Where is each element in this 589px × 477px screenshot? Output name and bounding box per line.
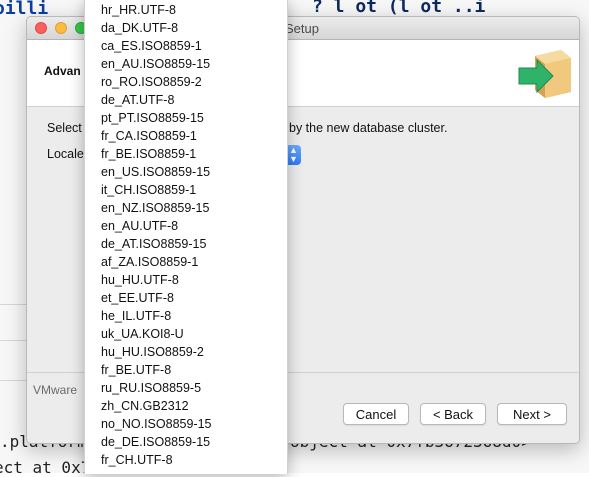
locale-dropdown-list[interactable]: hr_HR.UTF-8 da_DK.UTF-8 ca_ES.ISO8859-1 … bbox=[84, 0, 288, 474]
locale-option[interactable]: de_DE.ISO8859-15 bbox=[101, 435, 210, 449]
locale-option[interactable]: de_AT.ISO8859-15 bbox=[101, 237, 206, 251]
locale-option[interactable]: fr_CH.UTF-8 bbox=[101, 453, 173, 467]
locale-option[interactable]: zh_CN.GB2312 bbox=[101, 399, 189, 413]
locale-option[interactable]: hu_HU.UTF-8 bbox=[101, 273, 179, 287]
page-title: Advan bbox=[44, 64, 81, 78]
next-button[interactable]: Next > bbox=[497, 403, 567, 425]
locale-option[interactable]: en_NZ.ISO8859-15 bbox=[101, 201, 209, 215]
locale-option[interactable]: uk_UA.KOI8-U bbox=[101, 327, 184, 341]
minimize-window-button[interactable] bbox=[55, 22, 67, 34]
locale-option[interactable]: hr_HR.UTF-8 bbox=[101, 3, 176, 17]
locale-option[interactable]: fr_CA.ISO8859-1 bbox=[101, 129, 197, 143]
locale-option[interactable]: en_US.ISO8859-15 bbox=[101, 165, 210, 179]
close-window-button[interactable] bbox=[35, 22, 47, 34]
locale-option[interactable]: ca_ES.ISO8859-1 bbox=[101, 39, 202, 53]
locale-option[interactable]: ru_RU.ISO8859-5 bbox=[101, 381, 201, 395]
background-code-right: ? l ot (l ot ..i bbox=[312, 0, 486, 17]
locale-option[interactable]: ro_RO.ISO8859-2 bbox=[101, 75, 202, 89]
locale-option[interactable]: fr_BE.UTF-8 bbox=[101, 363, 171, 377]
chevron-up-down-icon: ▲ ▼ bbox=[289, 145, 298, 164]
locale-option[interactable]: pt_PT.ISO8859-15 bbox=[101, 111, 204, 125]
package-box-icon bbox=[518, 50, 571, 98]
back-button[interactable]: < Back bbox=[420, 403, 486, 425]
locale-option[interactable]: fr_BE.ISO8859-1 bbox=[101, 147, 196, 161]
locale-option[interactable]: et_EE.UTF-8 bbox=[101, 291, 174, 305]
locale-option[interactable]: da_DK.UTF-8 bbox=[101, 21, 178, 35]
description-start: Select bbox=[47, 121, 82, 135]
locale-label: Locale bbox=[47, 147, 84, 161]
locale-option[interactable]: he_IL.UTF-8 bbox=[101, 309, 171, 323]
locale-option[interactable]: en_AU.ISO8859-15 bbox=[101, 57, 210, 71]
locale-option[interactable]: hu_HU.ISO8859-2 bbox=[101, 345, 204, 359]
locale-option[interactable]: de_AT.UTF-8 bbox=[101, 93, 174, 107]
locale-option[interactable]: en_AU.UTF-8 bbox=[101, 219, 178, 233]
locale-option[interactable]: it_CH.ISO8859-1 bbox=[101, 183, 196, 197]
footer-brand: VMware bbox=[33, 383, 78, 397]
cancel-button[interactable]: Cancel bbox=[343, 403, 409, 425]
locale-option[interactable]: no_NO.ISO8859-15 bbox=[101, 417, 212, 431]
window-title: Setup bbox=[285, 21, 319, 36]
locale-option[interactable]: af_ZA.ISO8859-1 bbox=[101, 255, 198, 269]
description-end: by the new database cluster. bbox=[289, 121, 448, 135]
